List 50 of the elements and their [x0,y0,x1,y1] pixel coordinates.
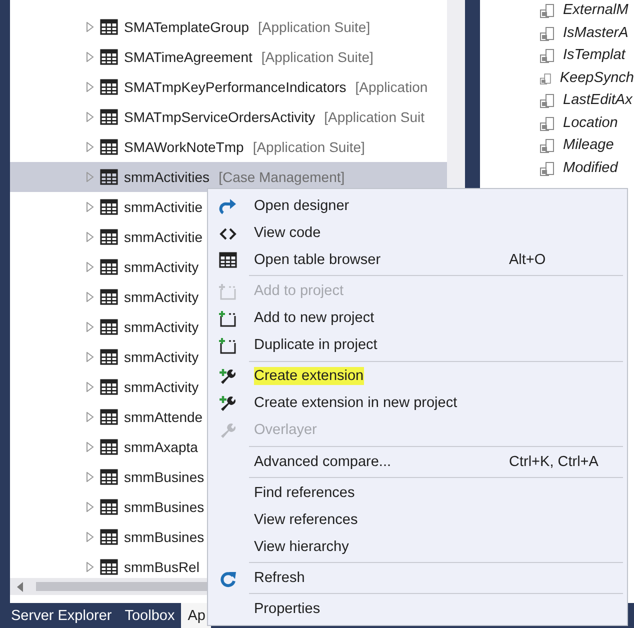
menu-label: View code [254,224,321,241]
model-name: [Application Suite] [261,48,374,67]
menu-label: View references [254,512,358,528]
menu-label: View hierarchy [254,538,349,555]
shortcut-text: Ctrl+K, Ctrl+A [509,452,598,472]
table-name: smmActivitie [124,228,203,246]
table-name: smmActivitie [124,198,203,216]
table-name: smmBusRel [124,558,200,576]
field-name: Location [563,114,618,133]
field-name: LastEditAx [563,91,632,110]
table-name: smmBusines [124,468,204,486]
shortcut-text: Alt+O [509,250,546,270]
table-name: smmActivity [124,318,199,337]
table-name: smmBusines [124,498,204,516]
field-name: IsMasterA [563,24,628,43]
model-name: [Case Management] [218,168,345,187]
menu-label: Open table browser [254,252,381,268]
menu-label: Create extension in new project [254,395,458,412]
field-name: KeepSynch [560,68,634,88]
table-name: smmActivity [124,348,199,367]
table-name: smmAttende [124,408,203,426]
table-name: SMATemplateGroup [124,18,250,37]
menu-label: Refresh [254,570,305,586]
table-name: smmActivities [124,168,210,186]
menu-label: Advanced compare... [254,454,392,470]
menu-label: Overlayer [254,422,317,438]
model-name: [Application [355,78,428,97]
model-name: [Application Suite] [252,138,365,157]
menu-label: Create extension [254,367,364,386]
menu-label: Find references [254,484,355,501]
table-name: smmActivity [124,258,199,277]
table-name: SMATimeAgreement [124,48,252,67]
menu-label: Properties [254,600,320,617]
table-name: SMAWorkNoteTmp [124,138,244,157]
table-name: smmBusines [124,528,204,546]
model-name: [Application Suit [324,108,425,127]
model-name: [Application Suite] [258,18,370,37]
field-name: Mileage [563,136,614,156]
table-name: SMATmpServiceOrdersActivity [124,108,316,127]
field-name: IsTemplat [563,46,626,66]
field-name: ExternalM [563,1,628,20]
menu-label: Open designer [254,198,350,214]
field-name: Modified [563,158,618,178]
table-name: smmAxapta [124,438,198,457]
menu-label: Duplicate in project [254,337,378,354]
menu-label: Add to new project [254,310,374,326]
menu-label: Add to project [254,282,344,299]
table-name: SMATmpKeyPerformanceIndicators [124,78,346,97]
table-name: smmActivity [124,288,199,307]
table-name: smmActivity [124,378,199,397]
